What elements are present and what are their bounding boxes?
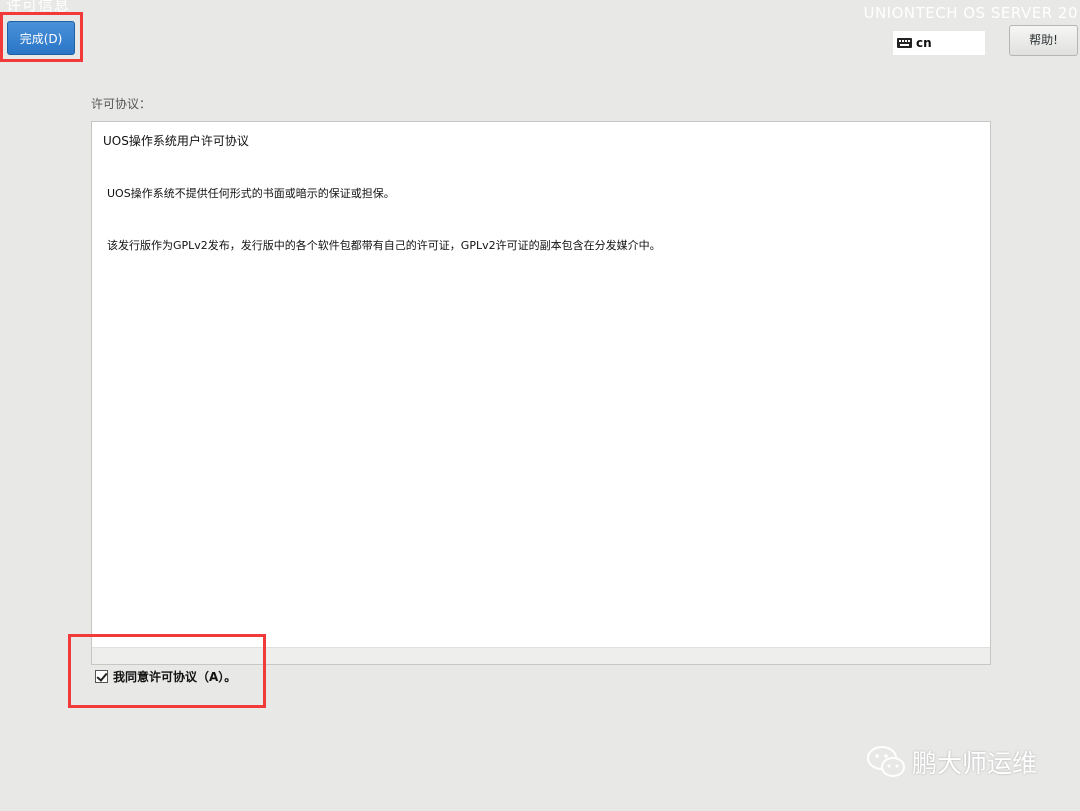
- done-button-highlight: [0, 12, 83, 62]
- product-name: UNIONTECH OS SERVER 20: [863, 4, 1078, 22]
- wechat-icon: [867, 746, 905, 777]
- agree-highlight: [68, 634, 266, 708]
- license-heading: UOS操作系统用户许可协议: [103, 134, 249, 148]
- help-button[interactable]: 帮助!: [1009, 25, 1078, 56]
- license-paragraph: 该发行版作为GPLv2发布，发行版中的各个软件包都带有自己的许可证，GPLv2许…: [107, 239, 661, 252]
- license-paragraph: UOS操作系统不提供任何形式的书面或暗示的保证或担保。: [107, 187, 395, 200]
- keyboard-icon: [897, 38, 912, 48]
- watermark: 鹏大师运维: [866, 744, 1037, 780]
- keyboard-layout-label: cn: [916, 36, 932, 50]
- keyboard-layout-indicator[interactable]: cn: [893, 31, 985, 55]
- license-text-view[interactable]: UOS操作系统用户许可协议 UOS操作系统不提供任何形式的书面或暗示的保证或担保…: [91, 121, 991, 665]
- license-section-label: 许可协议：: [91, 97, 152, 111]
- watermark-text: 鹏大师运维: [912, 749, 1038, 778]
